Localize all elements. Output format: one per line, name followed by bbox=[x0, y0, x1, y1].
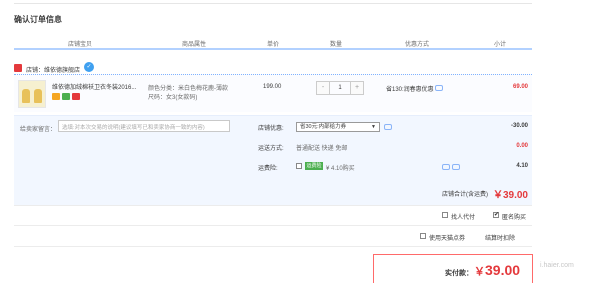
insurance-price: ¥ 4.10购买 bbox=[326, 166, 355, 172]
badge-icon bbox=[72, 93, 80, 100]
badge-icon bbox=[52, 93, 60, 100]
column-header-quantity: 数量 bbox=[330, 42, 343, 48]
shop-info: 店铺：维依德旗舰店 bbox=[26, 65, 80, 74]
badge-icon bbox=[62, 93, 70, 100]
insurance-amount: 4.10 bbox=[516, 163, 528, 169]
quantity-stepper: - 1 + bbox=[316, 81, 364, 95]
proxy-pay-label: 找人代付 bbox=[451, 215, 476, 221]
tmall-points-label: 使用天猫点券 bbox=[429, 236, 466, 242]
unit-price: 199.00 bbox=[263, 84, 282, 90]
product-title-link[interactable]: 维依德加绒棉袄卫衣冬装2016... bbox=[52, 82, 142, 91]
insurance-checkbox[interactable] bbox=[296, 163, 302, 169]
divider bbox=[14, 246, 532, 247]
product-size: 尺码：女3(女款码) bbox=[148, 95, 198, 101]
column-header-attributes: 商品属性 bbox=[182, 42, 207, 48]
shipping-method: 普通配送 快递 免邮 bbox=[296, 146, 348, 152]
payment-label: 实付款： bbox=[445, 270, 473, 277]
wangwang-chat-icon[interactable]: ✓ bbox=[84, 62, 94, 72]
column-header-discount: 优惠方式 bbox=[405, 42, 430, 48]
seller-message-input[interactable]: 选填:对本次交易的说明(建议填写已和卖家协商一致的内容) bbox=[58, 120, 230, 132]
item-promo-text: 省130:润春惠优惠 bbox=[386, 87, 434, 93]
divider bbox=[14, 225, 532, 226]
insurance-tag: 运费险 bbox=[305, 162, 323, 170]
proxy-pay-checkbox[interactable] bbox=[442, 212, 448, 218]
help-icon[interactable] bbox=[442, 164, 450, 170]
anonymous-checkbox[interactable] bbox=[493, 212, 499, 218]
shop-total-label: 店铺合计(含运费) bbox=[442, 192, 488, 198]
divider bbox=[14, 205, 532, 206]
product-badges bbox=[52, 93, 80, 100]
shipping-label: 运送方式: bbox=[258, 146, 284, 152]
shop-promo-label: 店铺优惠: bbox=[258, 126, 284, 132]
points-balance: 结算时扣除 bbox=[485, 236, 516, 242]
item-promo: 省130:润春惠优惠 bbox=[386, 84, 444, 93]
column-header-item: 店铺宝贝 bbox=[68, 42, 93, 48]
shop-icon bbox=[14, 64, 22, 72]
watermark: i.haier.com bbox=[540, 262, 574, 269]
column-header-price: 单价 bbox=[267, 42, 280, 48]
quantity-decrease-button[interactable]: - bbox=[317, 82, 329, 94]
item-subtotal: 69.00 bbox=[512, 84, 528, 90]
product-color: 颜色分类：米白色梅花鹿-薄款 bbox=[148, 86, 228, 92]
shop-total: ￥39.00 bbox=[492, 190, 528, 201]
quantity-input[interactable]: 1 bbox=[329, 82, 351, 94]
quantity-increase-button[interactable]: + bbox=[351, 82, 363, 94]
product-thumbnail[interactable] bbox=[18, 80, 46, 108]
chevron-down-icon: ▼ bbox=[371, 124, 376, 130]
comment-icon[interactable] bbox=[384, 124, 392, 130]
page-title: 确认订单信息 bbox=[14, 15, 62, 24]
shop-promo-value: 省30元:内部给力券 bbox=[300, 124, 347, 130]
currency-symbol: ￥ bbox=[474, 266, 485, 278]
shop-promo-select[interactable]: 省30元:内部给力券 ▼ bbox=[296, 122, 380, 132]
payment-amount: ￥39.00 bbox=[474, 262, 520, 279]
payment-total: 39.00 bbox=[485, 262, 521, 278]
insurance-label: 运费险: bbox=[258, 166, 278, 172]
header-divider bbox=[14, 48, 532, 50]
shipping-amount: 0.00 bbox=[516, 143, 528, 149]
comment-icon[interactable] bbox=[452, 164, 460, 170]
message-label: 给卖家留言： bbox=[20, 127, 57, 133]
tmall-points-checkbox[interactable] bbox=[420, 233, 426, 239]
order-item-row bbox=[14, 74, 532, 112]
column-header-subtotal: 小计 bbox=[494, 42, 507, 48]
anonymous-label: 匿名购买 bbox=[502, 215, 527, 221]
shop-promo-amount: -30.00 bbox=[510, 123, 528, 129]
top-divider bbox=[14, 3, 532, 4]
comment-icon[interactable] bbox=[435, 85, 444, 91]
